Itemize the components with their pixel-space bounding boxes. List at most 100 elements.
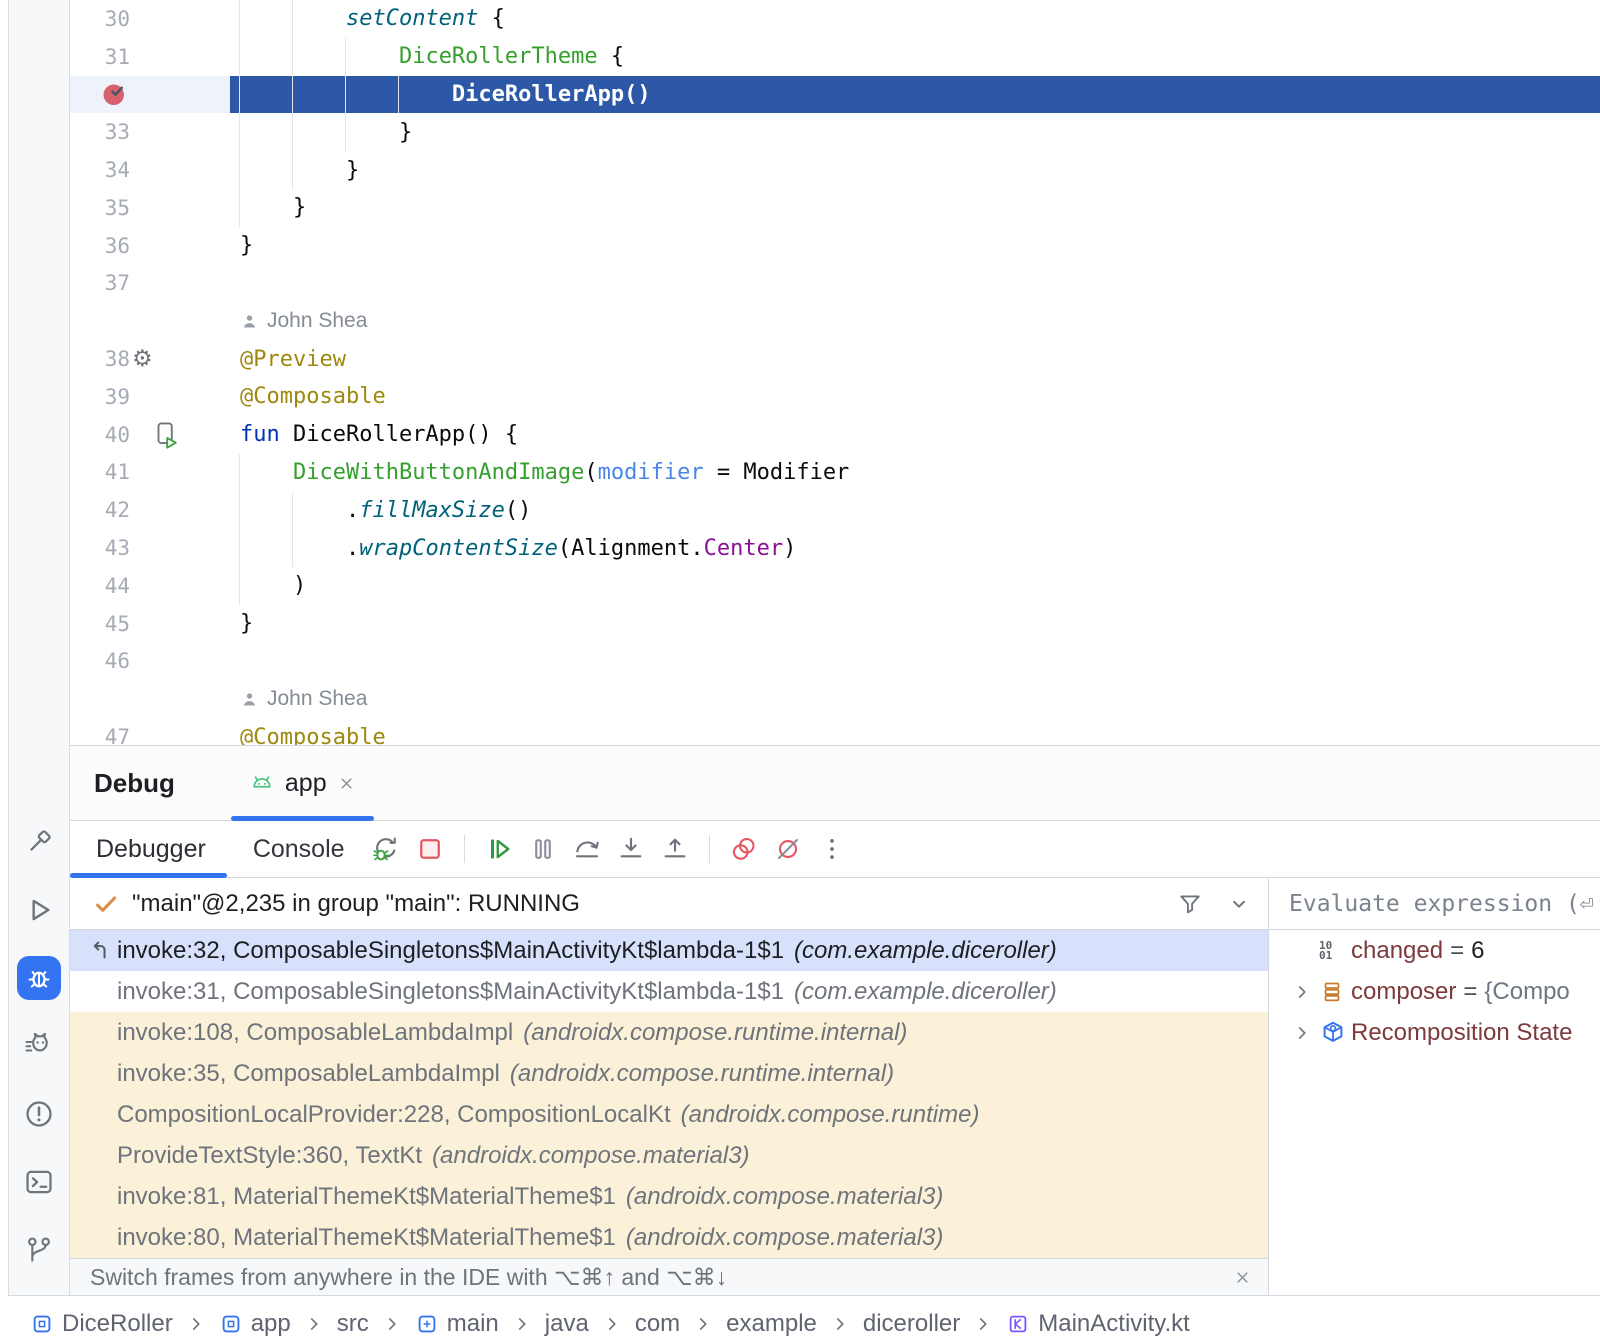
stack-frame-row[interactable]: invoke:80, MaterialThemeKt$MaterialTheme… (70, 1217, 1268, 1258)
code-text: ) (230, 567, 1600, 605)
breadcrumb-separator-icon (972, 1313, 994, 1335)
terminal-icon (23, 1166, 55, 1198)
code-editor[interactable]: 30 setContent {31 DiceRollerTheme { Dice… (70, 0, 1600, 745)
code-text: @Preview (230, 340, 1600, 378)
filter-icon[interactable] (1176, 890, 1204, 918)
tool-stripe-buttons (9, 826, 69, 1266)
step-over-button[interactable] (570, 832, 604, 866)
code-text: DiceRollerTheme { (230, 38, 1600, 76)
breadcrumb-item-example[interactable]: example (726, 1310, 817, 1338)
code-text (230, 643, 1600, 681)
line-number: 46 (70, 649, 130, 673)
editor-gutter (130, 718, 230, 745)
editor-gutter (130, 151, 230, 189)
toolbar-separator (464, 835, 465, 863)
code-text: setContent { (230, 0, 1600, 38)
breadcrumb-item-main[interactable]: main (415, 1310, 499, 1338)
stack-frame-row[interactable]: ProvideTextStyle:360, TextKt(androidx.co… (70, 1135, 1268, 1176)
stack-frame-row[interactable]: invoke:81, MaterialThemeKt$MaterialTheme… (70, 1176, 1268, 1217)
resume-button[interactable] (482, 832, 516, 866)
session-tab-label: app (285, 769, 327, 798)
variable-name: changed (1351, 937, 1443, 965)
tool-stripe-run-button[interactable] (23, 894, 55, 926)
code-text: } (230, 113, 1600, 151)
line-number: 34 (70, 158, 130, 182)
breadcrumb-label: diceroller (863, 1310, 960, 1338)
stack-frame-row[interactable]: invoke:108, ComposableLambdaImpl(android… (70, 1012, 1268, 1053)
stack-frame-row[interactable]: invoke:31, ComposableSingletons$MainActi… (70, 971, 1268, 1012)
breadcrumb-label: java (545, 1310, 589, 1338)
line-number: 42 (70, 498, 130, 522)
breadcrumb-item-java[interactable]: java (545, 1310, 589, 1338)
preview-run-icon[interactable] (152, 420, 180, 450)
code-text: DiceRollerApp() (230, 76, 1600, 114)
breadcrumb-item-mainactivity-kt[interactable]: MainActivity.kt (1006, 1310, 1190, 1338)
expand-chevron-icon[interactable] (1291, 1022, 1319, 1044)
chevron-down-icon[interactable] (1226, 891, 1252, 917)
view-breakpoints-button[interactable] (727, 832, 761, 866)
mute-breakpoints-button[interactable] (771, 832, 805, 866)
expand-chevron-icon[interactable] (1291, 981, 1319, 1003)
close-icon[interactable] (337, 774, 356, 793)
banner-text: Switch frames from anywhere in the IDE w… (90, 1264, 727, 1291)
stack-frame-row[interactable]: CompositionLocalProvider:228, Compositio… (70, 1094, 1268, 1135)
step-out-button[interactable] (658, 832, 692, 866)
rerun-debug-button[interactable] (369, 832, 403, 866)
stop-button[interactable] (413, 832, 447, 866)
tool-stripe-git-branch-button[interactable] (23, 1234, 55, 1266)
code-text: } (230, 227, 1600, 265)
frame-location: invoke:31, ComposableSingletons$MainActi… (117, 978, 784, 1006)
variable-name: composer (1351, 978, 1456, 1006)
variable-row[interactable]: 1001changed=6 (1269, 930, 1600, 971)
editor-line-36: 36} (70, 227, 1600, 265)
breadcrumb-item-diceroller[interactable]: DiceRoller (30, 1310, 173, 1338)
code-text: @Composable (230, 718, 1600, 745)
variable-value: {Compo (1484, 978, 1569, 1006)
evaluate-placeholder: Evaluate expression (⏎ (1289, 891, 1594, 917)
pause-button[interactable] (526, 832, 560, 866)
tool-stripe-terminal-button[interactable] (23, 1166, 55, 1198)
tool-stripe-profiler-cat-button[interactable] (23, 1030, 55, 1062)
code-text: DiceWithButtonAndImage(modifier = Modifi… (230, 454, 1600, 492)
variable-row[interactable]: composer={Compo (1269, 971, 1600, 1012)
code-text: .fillMaxSize() (230, 491, 1600, 529)
tab-debugger-label: Debugger (96, 835, 206, 864)
close-icon[interactable] (1233, 1268, 1252, 1287)
breadcrumb-item-src[interactable]: src (337, 1310, 369, 1338)
more-button[interactable] (815, 832, 849, 866)
breadcrumb-separator-icon (601, 1313, 623, 1335)
frame-location: invoke:81, MaterialThemeKt$MaterialTheme… (117, 1183, 616, 1211)
breadcrumb-item-app[interactable]: app (219, 1310, 291, 1338)
frame-package: (androidx.compose.material3) (432, 1142, 749, 1170)
tool-stripe-problems-button[interactable] (23, 1098, 55, 1130)
frame-package: (androidx.compose.material3) (626, 1183, 943, 1211)
frames-panel: "main"@2,235 in group "main": RUNNING in… (70, 878, 1268, 1295)
editor-line-38: 38⚙@Preview (70, 340, 1600, 378)
breakpoint-icon[interactable] (100, 79, 130, 109)
variable-row[interactable]: Recomposition State (1269, 1012, 1600, 1053)
session-tab-app[interactable]: app (231, 746, 374, 820)
gear-icon[interactable]: ⚙ (132, 346, 153, 372)
tab-console[interactable]: Console (253, 821, 345, 877)
tool-stripe-debug-bug-button[interactable] (17, 956, 61, 1000)
field-icon (1319, 979, 1351, 1005)
stack-frame-row[interactable]: invoke:35, ComposableLambdaImpl(androidx… (70, 1053, 1268, 1094)
thread-selector[interactable]: "main"@2,235 in group "main": RUNNING (70, 878, 1268, 930)
debug-window-title: Debug (94, 768, 175, 799)
editor-gutter (130, 378, 230, 416)
frame-location: invoke:108, ComposableLambdaImpl (117, 1019, 513, 1047)
variable-value: 6 (1471, 937, 1484, 965)
android-icon (249, 770, 275, 796)
code-text: .wrapContentSize(Alignment.Center) (230, 529, 1600, 567)
step-into-button[interactable] (614, 832, 648, 866)
evaluate-expression-input[interactable]: Evaluate expression (⏎ (1269, 878, 1600, 930)
editor-gutter (130, 38, 230, 76)
tool-stripe-build-hammer-button[interactable] (23, 826, 55, 858)
stack-frame-row[interactable]: invoke:32, ComposableSingletons$MainActi… (70, 930, 1268, 971)
tab-debugger[interactable]: Debugger (96, 821, 208, 877)
breadcrumb-item-diceroller[interactable]: diceroller (863, 1310, 960, 1338)
breadcrumb-item-com[interactable]: com (635, 1310, 680, 1338)
author-annotation: John Shea (70, 302, 1600, 340)
frame-package: (com.example.diceroller) (794, 937, 1057, 965)
breadcrumb-label: DiceRoller (62, 1310, 173, 1338)
